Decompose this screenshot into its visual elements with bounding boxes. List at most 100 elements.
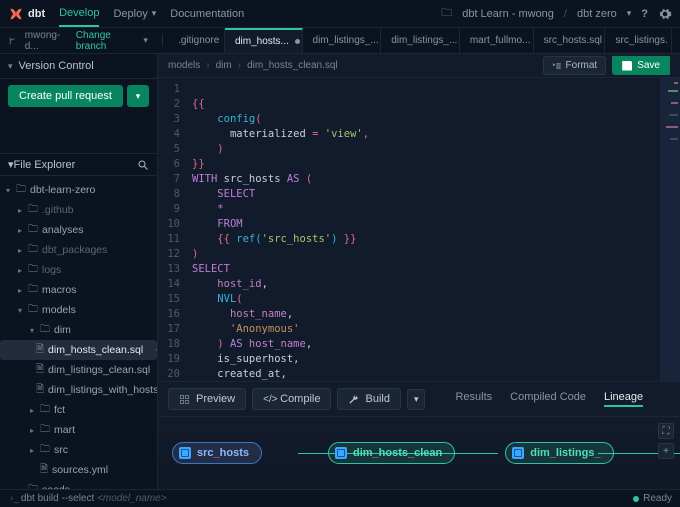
lineage-controls: ⛶ +	[658, 423, 674, 459]
nav-tabs: Develop Deploy▾ Documentation	[59, 0, 244, 27]
branch-selector[interactable]: mwong-d... Change branch ▾ │	[8, 30, 166, 52]
tree-folder[interactable]: ▸🗀seeds	[0, 480, 157, 489]
bottom-tabs: Results Compiled Code Lineage	[455, 391, 643, 407]
cube-icon	[335, 447, 347, 459]
editor-column: models› dim› dim_hosts_clean.sql Format …	[158, 54, 680, 489]
project-label[interactable]: dbt zero	[577, 8, 617, 20]
cube-icon	[512, 447, 524, 459]
tree-folder[interactable]: ▾🗀dim	[0, 320, 157, 340]
crumb[interactable]: dim	[216, 60, 232, 71]
crumb[interactable]: dim_hosts_clean.sql	[247, 60, 338, 71]
bottom-panel: Preview </>Compile Build ▾ Results Compi…	[158, 381, 680, 489]
code-content[interactable]: {{ config( materialized = 'view', ) }} W…	[186, 78, 680, 381]
crumb[interactable]: models	[168, 60, 200, 71]
save-button[interactable]: Save	[612, 56, 670, 75]
line-gutter: 123456789101112131415161718192021222324	[158, 78, 186, 381]
pull-request-menu-button[interactable]: ▾	[127, 85, 149, 107]
branch-tab-bar: mwong-d... Change branch ▾ │ .gitignore …	[0, 28, 680, 54]
nav-documentation[interactable]: Documentation	[170, 0, 244, 27]
format-icon	[552, 61, 562, 71]
breadcrumb-row: models› dim› dim_hosts_clean.sql Format …	[158, 54, 680, 78]
nav-deploy[interactable]: Deploy▾	[113, 0, 156, 27]
minimap[interactable]	[660, 78, 680, 381]
code-editor[interactable]: 123456789101112131415161718192021222324 …	[158, 78, 680, 381]
bottom-toolbar: Preview </>Compile Build ▾ Results Compi…	[158, 382, 680, 417]
help-icon[interactable]: ?	[641, 8, 648, 20]
format-button[interactable]: Format	[543, 56, 607, 75]
zoom-in-button[interactable]: +	[658, 443, 674, 459]
file-tab[interactable]: dim_listings_...	[303, 28, 382, 53]
chevron-down-icon: ▾	[152, 8, 157, 19]
preview-button[interactable]: Preview	[168, 388, 246, 410]
compile-button[interactable]: </>Compile	[252, 388, 331, 410]
search-icon[interactable]	[137, 159, 149, 171]
tree-folder[interactable]: ▸🗀analyses	[0, 220, 157, 240]
breadcrumb[interactable]: models› dim› dim_hosts_clean.sql	[168, 60, 338, 71]
nav-develop[interactable]: Develop	[59, 0, 99, 27]
build-button[interactable]: Build	[337, 388, 400, 410]
main: ▾ Version Control Create pull request ▾ …	[0, 54, 680, 489]
tree-folder[interactable]: ▸🗀mart	[0, 420, 157, 440]
file-explorer-header[interactable]: ▾ File Explorer	[0, 153, 157, 176]
build-menu-button[interactable]: ▾	[407, 389, 426, 410]
lineage-node-dim-listings[interactable]: dim_listings_	[505, 442, 613, 464]
tree-file[interactable]: 🗎dim_listings_clean.sql	[0, 360, 157, 380]
fullscreen-button[interactable]: ⛶	[658, 423, 674, 439]
change-branch-link[interactable]: Change branch	[76, 30, 136, 52]
top-right: 🗀 dbt Learn - mwong / dbt zero ▾ ?	[441, 4, 672, 23]
folder-icon: 🗀	[16, 182, 26, 199]
terminal-icon[interactable]: ›_	[10, 493, 19, 504]
grid-icon	[179, 394, 190, 405]
create-pull-request-button[interactable]: Create pull request	[8, 85, 123, 107]
tree-file[interactable]: 🗎dim_listings_with_hosts...	[0, 380, 157, 400]
logo[interactable]: dbt	[8, 6, 45, 22]
tree-file[interactable]: 🗎sources.yml	[0, 460, 157, 480]
dbt-logo-icon	[8, 6, 24, 22]
file-tab[interactable]: src_listings.	[605, 28, 672, 53]
lineage-graph[interactable]: src_hosts dim_hosts_clean dim_listings_ …	[158, 417, 680, 489]
code-icon: </>	[263, 394, 274, 405]
branch-name: mwong-d...	[25, 30, 68, 52]
tab-compiled-code[interactable]: Compiled Code	[510, 391, 586, 407]
file-tab[interactable]: .gitignore	[168, 28, 225, 53]
file-tab[interactable]: src_hosts.sql	[534, 28, 606, 53]
tree-folder[interactable]: ▸🗀dbt_packages	[0, 240, 157, 260]
tree-folder[interactable]: ▾🗀models	[0, 300, 157, 320]
tree-folder[interactable]: ▸🗀.github	[0, 200, 157, 220]
chevron-down-icon: ▾	[414, 394, 419, 405]
file-tab[interactable]: dim_listings_...	[381, 28, 460, 53]
tab-lineage[interactable]: Lineage	[604, 391, 643, 407]
save-icon	[622, 61, 632, 71]
file-tab[interactable]: dim_hosts...	[225, 28, 303, 53]
tree-folder[interactable]: ▸🗀src	[0, 440, 157, 460]
more-icon[interactable]: ⋯	[155, 344, 157, 356]
tree-file-active[interactable]: 🗎dim_hosts_clean.sql⋯	[0, 340, 157, 360]
chevron-down-icon: ▾	[627, 8, 632, 19]
file-icon: 🗎	[36, 342, 44, 359]
file-tabs: .gitignore dim_hosts... dim_listings_...…	[168, 28, 672, 53]
sidebar: ▾ Version Control Create pull request ▾ …	[0, 54, 158, 489]
version-control-header[interactable]: ▾ Version Control	[0, 54, 157, 79]
chevron-down-icon: ▾	[143, 35, 148, 46]
chevron-down-icon: ▾	[8, 61, 13, 72]
file-tree: ▾🗀dbt-learn-zero ▸🗀.github ▸🗀analyses ▸🗀…	[0, 176, 157, 489]
chevron-down-icon: ▾	[136, 91, 141, 102]
tab-results[interactable]: Results	[455, 391, 492, 407]
status-ready: Ready	[643, 493, 672, 504]
command-input[interactable]: dbt build --select <model_name>	[21, 493, 167, 504]
tree-folder[interactable]: ▸🗀macros	[0, 280, 157, 300]
dirty-dot-icon	[295, 39, 300, 44]
wrench-icon	[348, 394, 359, 405]
account-label[interactable]: dbt Learn - mwong	[462, 8, 554, 20]
gear-icon[interactable]	[658, 7, 672, 21]
lineage-node-dim-hosts-clean[interactable]: dim_hosts_clean	[328, 442, 455, 464]
lineage-node-src-hosts[interactable]: src_hosts	[172, 442, 262, 464]
tree-folder[interactable]: ▸🗀logs	[0, 260, 157, 280]
status-bar: ›_ dbt build --select <model_name> Ready	[0, 489, 680, 507]
top-bar: dbt Develop Deploy▾ Documentation 🗀 dbt …	[0, 0, 680, 28]
tree-root[interactable]: ▾🗀dbt-learn-zero	[0, 180, 157, 200]
logo-text: dbt	[28, 8, 45, 20]
file-tab[interactable]: mart_fullmo...	[460, 28, 534, 53]
tree-folder[interactable]: ▸🗀fct	[0, 400, 157, 420]
cube-icon	[179, 447, 191, 459]
